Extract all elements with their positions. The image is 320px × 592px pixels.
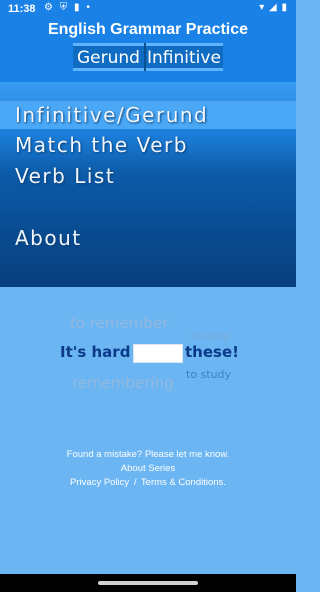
report-mistake-link[interactable]: Found a mistake? Please let me know. [0,448,296,462]
navigation-bar [0,574,296,592]
legal-links: Privacy Policy / Terms & Conditions. [0,476,296,490]
footer: Found a mistake? Please let me know. Abo… [0,448,296,490]
logo-divider [144,43,146,71]
wifi-icon: ▾ [259,2,266,13]
logo-word-infinitive: Infinitive [147,48,221,68]
main-menu: Infinitive/Gerund Match the Verb Verb Li… [0,82,296,287]
menu-item-infinitive-gerund[interactable]: Infinitive/Gerund [0,101,296,129]
status-time: 11:38 [8,3,36,15]
menu-item-verb-list[interactable]: Verb List [0,162,296,190]
status-left-icons: ⚙ ⛨ ▮ • [44,2,92,13]
demo-option-remembering: remembering [72,374,174,392]
privacy-policy-link[interactable]: Privacy Policy [70,477,129,488]
signal-icon: ◢ [269,2,278,13]
gear-icon: ⚙ [44,2,55,13]
demo-blank [133,344,183,363]
demo-option-to-study: to study [186,368,232,381]
dot-icon: • [86,2,92,13]
app-logo: Gerund Infinitive [73,43,223,71]
demo-sentence-start: It's hard [60,343,131,361]
app-title: English Grammar Practice [47,21,249,38]
menu-item-match-the-verb[interactable]: Match the Verb [0,131,296,159]
legal-separator: / [133,477,137,488]
home-gesture-handle[interactable] [98,581,198,585]
shield-icon: ⛨ [59,2,70,13]
status-right-icons: ▾ ◢ ▮ [259,2,288,13]
demo-option-studying: studying [190,332,229,342]
sd-card-icon: ▮ [74,2,82,13]
logo-word-gerund: Gerund [77,48,140,68]
about-series-link[interactable]: About Series [0,462,296,476]
menu-item-about[interactable]: About [0,224,296,252]
app-header: English Grammar Practice Gerund Infiniti… [0,18,296,82]
battery-icon: ▮ [281,2,288,13]
demo-option-to-remember: to remember [70,314,169,332]
terms-link[interactable]: Terms & Conditions. [141,477,226,488]
status-bar: 11:38 ⚙ ⛨ ▮ • ▾ ◢ ▮ [0,0,296,18]
demo-sentence-end: these! [185,343,239,361]
demo-illustration: to remember studying It's hard these! to… [0,310,296,400]
